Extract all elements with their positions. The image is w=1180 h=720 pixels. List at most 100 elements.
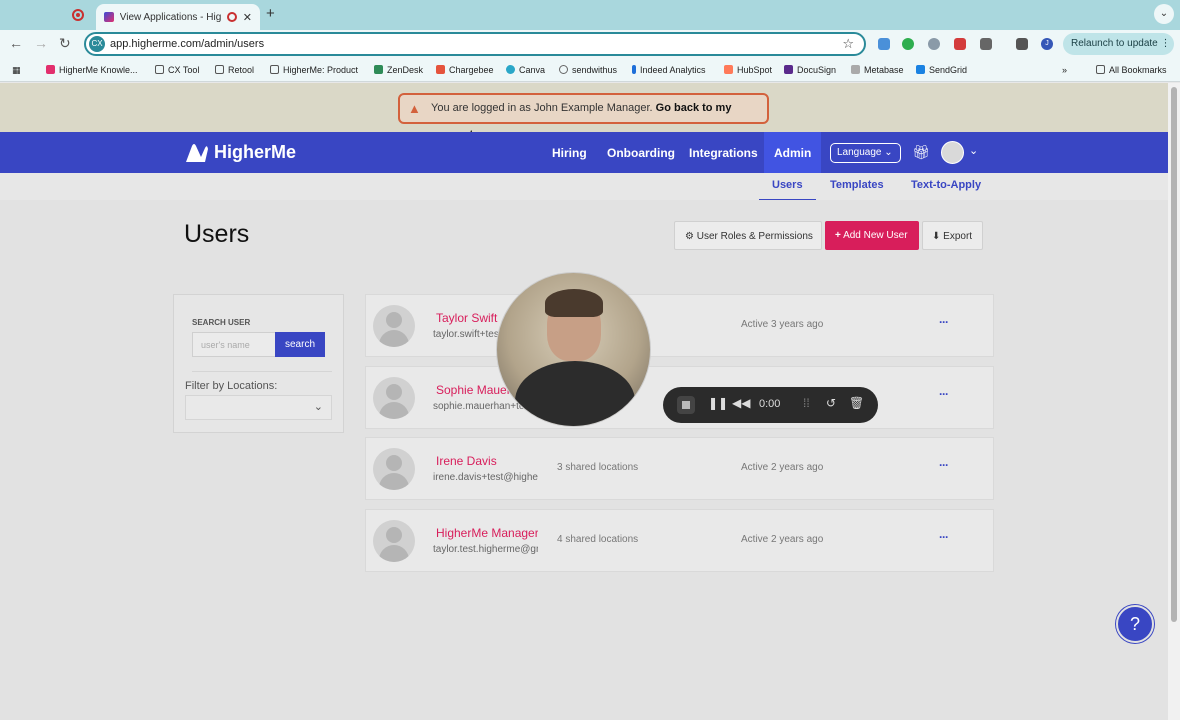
user-avatar[interactable] [941, 141, 964, 164]
bookmarks-overflow-button[interactable]: » [1062, 65, 1067, 75]
site-info-icon[interactable]: CX [89, 36, 105, 52]
page-title: Users [184, 220, 250, 248]
user-status: Active 3 years ago [741, 319, 824, 330]
subnav-text-to-apply[interactable]: Text-to-Apply [911, 179, 981, 191]
extension-icon[interactable] [954, 38, 966, 50]
bookmark-item[interactable]: DocuSign [784, 65, 836, 75]
nav-onboarding[interactable]: Onboarding [607, 146, 675, 160]
user-row[interactable]: Irene Davis irene.davis+test@higherme.co… [365, 437, 994, 500]
back-arrow-icon[interactable]: ← [9, 35, 23, 51]
trash-icon[interactable]: 🗑︎ [849, 396, 864, 410]
extension-icon[interactable] [878, 38, 890, 50]
more-options-icon[interactable]: ··· [939, 458, 949, 472]
drag-handle-icon[interactable]: ⁞⁞ [803, 396, 810, 410]
bookmark-favicon-icon [559, 65, 568, 74]
bookmark-favicon-icon [506, 65, 515, 74]
nav-hiring[interactable]: Hiring [552, 146, 587, 160]
address-bar[interactable]: CX app.higherme.com/admin/users ☆ [84, 32, 866, 56]
scrollbar-thumb[interactable] [1171, 87, 1177, 622]
bookmark-item[interactable]: HigherMe Knowle... [46, 65, 138, 75]
bookmarks-bar: ▦ HigherMe Knowle... CX Tool Retool High… [0, 58, 1180, 82]
subnav-templates[interactable]: Templates [830, 179, 884, 191]
extension-icon[interactable] [902, 38, 914, 50]
more-options-icon[interactable]: ··· [939, 530, 949, 544]
scrollbar[interactable] [1168, 83, 1180, 720]
chevron-down-icon[interactable]: ⌄ [969, 144, 978, 157]
gift-icon[interactable]: 🎁︎ [912, 144, 930, 161]
browser-tab-active[interactable]: View Applications - HigherMe ✕ [96, 4, 260, 30]
rewind-icon[interactable]: ◀◀ [732, 396, 750, 410]
bookmark-item[interactable]: Chargebee [436, 65, 494, 75]
user-name[interactable]: HigherMe Manager [436, 526, 538, 540]
export-button[interactable]: ⬇ Export [922, 221, 983, 250]
search-input[interactable]: user's name [192, 332, 276, 357]
brand-logo[interactable]: HigherMe [184, 142, 296, 163]
divider [192, 371, 332, 372]
bookmark-favicon-icon [916, 65, 925, 74]
user-email: irene.davis+test@higherme.com [433, 472, 538, 483]
avatar [373, 305, 415, 347]
user-status: Active 2 years ago [741, 462, 824, 473]
bookmark-folder[interactable]: CX Tool [155, 65, 199, 75]
admin-subnav: Users Templates Text-to-Apply [0, 173, 1168, 201]
tab-close-icon[interactable]: ✕ [243, 11, 252, 24]
user-roles-button[interactable]: ⚙ User Roles & Permissions [674, 221, 822, 250]
avatar [373, 520, 415, 562]
folder-icon [155, 65, 164, 74]
bookmark-item[interactable]: Indeed Analytics [632, 65, 706, 75]
media-controls-icon[interactable] [1016, 38, 1028, 50]
apps-grid-icon[interactable]: ▦ [12, 65, 21, 76]
more-options-icon[interactable]: ··· [939, 315, 949, 329]
new-tab-button[interactable]: + [266, 5, 275, 22]
forward-arrow-icon[interactable]: → [34, 35, 48, 51]
pause-icon[interactable]: ❚❚ [708, 396, 728, 410]
help-button[interactable]: ? [1116, 605, 1154, 643]
more-options-icon[interactable]: ··· [939, 387, 949, 401]
download-icon: ⬇ [932, 231, 941, 242]
bookmark-favicon-icon [724, 65, 733, 74]
locations-select[interactable]: ⌄ [185, 395, 332, 420]
nav-admin[interactable]: Admin [764, 132, 822, 173]
tab-title: View Applications - HigherMe [119, 11, 221, 23]
webcam-bubble[interactable] [496, 272, 651, 427]
bookmark-star-icon[interactable]: ☆ [842, 36, 854, 52]
user-row[interactable]: Taylor Swift taylor.swift+test@higherme.… [365, 294, 994, 357]
recorder-controls: ❚❚ ◀◀ 0:00 ⁞⁞ ↺ 🗑︎ [663, 387, 878, 423]
reload-icon[interactable]: ↻ [59, 35, 71, 52]
add-new-user-button[interactable]: + Add New User [825, 221, 919, 250]
bookmark-item[interactable]: SendGrid [916, 65, 967, 75]
restart-icon[interactable]: ↺ [826, 396, 836, 410]
avatar [373, 448, 415, 490]
nav-integrations[interactable]: Integrations [689, 146, 758, 160]
recording-tab-icon[interactable] [72, 9, 84, 21]
relaunch-label: Relaunch to update [1071, 38, 1158, 49]
webcam-person-hair [545, 289, 603, 317]
search-button[interactable]: search [275, 332, 325, 357]
bookmark-item[interactable]: HubSpot [724, 65, 772, 75]
bookmark-item[interactable]: Metabase [851, 65, 904, 75]
tab-search-chevron-icon[interactable]: ⌄ [1154, 4, 1174, 24]
subnav-users[interactable]: Users [759, 179, 816, 201]
folder-icon [1096, 65, 1105, 74]
alert-message: You are logged in as John Example Manage… [431, 102, 653, 114]
language-label: Language [837, 147, 882, 158]
all-bookmarks-folder[interactable]: All Bookmarks [1096, 65, 1167, 75]
stop-recording-button[interactable] [677, 396, 695, 414]
user-name[interactable]: Irene Davis [436, 454, 538, 468]
filter-panel: SEARCH USER user's name search Filter by… [173, 294, 344, 433]
profile-avatar[interactable]: J [1041, 38, 1053, 50]
bookmark-favicon-icon [784, 65, 793, 74]
bookmark-item[interactable]: sendwithus [559, 65, 617, 75]
language-select[interactable]: Language ⌄ [830, 143, 901, 163]
bookmark-folder[interactable]: Retool [215, 65, 254, 75]
extension-icon[interactable] [928, 38, 940, 50]
bookmark-item[interactable]: ZenDesk [374, 65, 423, 75]
url-text[interactable]: app.higherme.com/admin/users [110, 38, 264, 50]
plus-icon: + [835, 230, 841, 241]
user-status: Active 2 years ago [741, 534, 824, 545]
user-row[interactable]: HigherMe Manager taylor.test.higherme@gm… [365, 509, 994, 572]
bookmark-item[interactable]: Canva [506, 65, 545, 75]
bookmark-folder[interactable]: HigherMe: Product [270, 65, 358, 75]
relaunch-button[interactable]: Relaunch to update ⋮ [1063, 33, 1174, 55]
extensions-puzzle-icon[interactable] [980, 38, 992, 50]
